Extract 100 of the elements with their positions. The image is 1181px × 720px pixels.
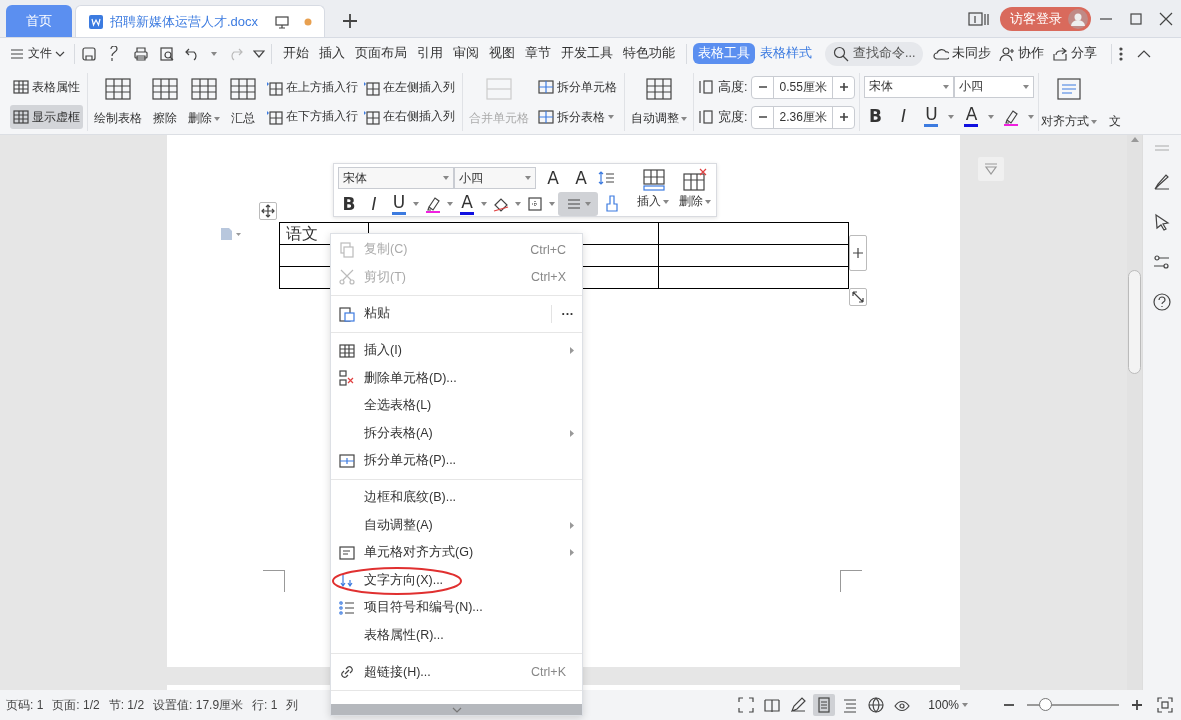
maximize-icon[interactable] <box>1128 10 1144 27</box>
shrink-font-button[interactable]: A <box>570 166 592 190</box>
menu-item[interactable]: 粘贴 ··· <box>331 300 582 328</box>
menu-item[interactable]: 文字方向(X)... <box>331 566 582 595</box>
sync-button[interactable]: 未同步 <box>933 45 992 62</box>
handle-icon <box>1154 145 1170 151</box>
resize-handle[interactable] <box>849 288 867 306</box>
table-option-button[interactable]: 表格属性 <box>10 75 83 99</box>
customize-icon[interactable] <box>253 49 265 58</box>
insert-button[interactable]: 在左侧插入列 <box>361 75 458 100</box>
menu-item[interactable]: 项目符号和编号(N)... <box>331 594 582 622</box>
file-menu[interactable]: 文件 <box>6 41 68 66</box>
italic-button[interactable]: I <box>892 104 915 129</box>
fit-icon[interactable] <box>1157 697 1173 713</box>
autofit-button[interactable]: 自动调整 <box>629 73 689 131</box>
font-size-select[interactable]: 小四 <box>454 167 536 189</box>
align-icon <box>565 196 582 212</box>
ribbon-tab[interactable]: 插入 <box>314 43 350 64</box>
split-button[interactable]: 拆分表格 <box>535 105 620 129</box>
ribbon-button[interactable]: 擦除 <box>148 73 182 131</box>
ribbon-tab[interactable]: 开始 <box>278 43 314 64</box>
font-select[interactable]: 宋体 <box>864 75 955 98</box>
delete-button[interactable]: 删除 <box>677 166 713 214</box>
menu-item[interactable]: 自动调整(A) <box>331 511 582 539</box>
scrollbar[interactable] <box>1127 135 1142 690</box>
page-count-icon <box>968 10 990 27</box>
view-button[interactable] <box>813 694 836 716</box>
search-icon <box>833 45 849 62</box>
more-icon[interactable] <box>1118 45 1125 62</box>
split-button[interactable]: 拆分单元格 <box>535 75 620 99</box>
caret-icon <box>943 84 950 89</box>
preview-icon[interactable] <box>159 45 175 62</box>
menu-item[interactable]: 全选表格(L) <box>331 391 582 420</box>
menu-item[interactable]: 超链接(H)... Ctrl+K <box>331 658 582 686</box>
help-icon[interactable] <box>1153 293 1171 311</box>
italic-button[interactable]: I <box>363 192 385 216</box>
slider-thumb[interactable] <box>1039 698 1053 711</box>
insert-button[interactable]: 在上方插入行 <box>264 75 361 100</box>
ribbon-button[interactable]: 绘制表格 <box>92 73 144 131</box>
zoom-in-icon[interactable] <box>1129 697 1145 713</box>
menu-item[interactable]: 表格属性(R)... <box>331 621 582 650</box>
collaborate-button[interactable]: 协作 <box>999 45 1045 62</box>
close-icon[interactable] <box>1158 10 1174 27</box>
ribbon-tab[interactable]: 审阅 <box>448 43 484 64</box>
font-select[interactable]: 宋体 <box>338 167 454 189</box>
paint-bucket-icon <box>492 196 510 212</box>
insert-button[interactable]: 在右侧插入列 <box>361 104 458 129</box>
menu-item[interactable]: 单元格对齐方式(G) <box>331 538 582 567</box>
ribbon-tab[interactable]: 特色功能 <box>618 43 680 64</box>
cursor-icon[interactable] <box>1153 213 1171 231</box>
bold-button[interactable]: B <box>864 104 887 129</box>
menu-item[interactable]: 拆分表格(A) <box>331 419 582 448</box>
caret-icon <box>413 202 419 206</box>
scroll-thumb[interactable] <box>1128 270 1141 374</box>
brush-icon[interactable] <box>1153 173 1171 191</box>
submenu-arrow-icon <box>570 549 574 557</box>
align-button[interactable]: 对齐方式 <box>1039 73 1100 134</box>
text-button[interactable]: 文 <box>1107 73 1124 134</box>
submenu-arrow-icon <box>570 429 574 437</box>
font-color-button[interactable]: A <box>456 192 478 216</box>
font-size-select[interactable]: 小四 <box>954 75 1035 98</box>
caret-icon <box>948 114 955 119</box>
size-field[interactable]: 0.55厘米 <box>751 75 856 99</box>
ribbon-tab[interactable]: 表格样式 <box>755 43 817 64</box>
document-tab[interactable]: 招聘新媒体运营人才.docx <box>75 5 325 37</box>
table-option-button[interactable]: 显示虚框 <box>10 105 83 129</box>
underline-button[interactable]: U <box>920 104 943 129</box>
ribbon-tab[interactable]: 开发工具 <box>556 43 618 64</box>
add-column-button[interactable] <box>849 235 867 271</box>
share-button[interactable]: 分享 <box>1052 45 1098 62</box>
menu-item[interactable]: 边框和底纹(B)... <box>331 483 582 512</box>
insert-icon <box>364 79 380 96</box>
menu-item[interactable]: 拆分单元格(P)... <box>331 447 582 475</box>
underline-button[interactable]: U <box>388 192 410 216</box>
ribbon-button[interactable]: 汇总 <box>226 73 260 131</box>
bold-button[interactable]: B <box>338 192 360 216</box>
move-handle[interactable] <box>259 202 277 220</box>
menu-scroll-bar[interactable] <box>331 704 582 715</box>
menu-item[interactable]: 插入(I) <box>331 336 582 365</box>
more-button[interactable]: ··· <box>561 307 574 321</box>
zoom-select[interactable]: 100% <box>925 693 971 717</box>
menu-item[interactable]: 删除单元格(D)... <box>331 364 582 392</box>
save-icon[interactable] <box>81 45 97 62</box>
search-field[interactable]: 查找命令... <box>825 41 924 66</box>
ribbon-tab[interactable]: 章节 <box>520 43 556 64</box>
grow-font-button[interactable]: A <box>542 166 564 190</box>
sliders-icon[interactable] <box>1153 253 1171 271</box>
insert-button[interactable]: 插入 <box>635 166 671 214</box>
print-icon[interactable] <box>133 45 149 62</box>
avatar-icon <box>1068 8 1088 29</box>
font-color-button[interactable]: A <box>960 104 983 129</box>
fullscreen-icon <box>738 697 755 713</box>
caret-icon <box>447 202 453 206</box>
ribbon-tab[interactable]: 视图 <box>484 43 520 64</box>
ribbon-tab[interactable]: 引用 <box>412 43 448 64</box>
insert-button[interactable]: 在下方插入行 <box>264 104 361 129</box>
size-field[interactable]: 2.36厘米 <box>751 105 856 129</box>
plus-icon[interactable] <box>342 13 358 29</box>
ribbon-tab[interactable]: 页面布局 <box>350 43 412 64</box>
ribbon-button[interactable]: 删除 <box>186 73 222 131</box>
